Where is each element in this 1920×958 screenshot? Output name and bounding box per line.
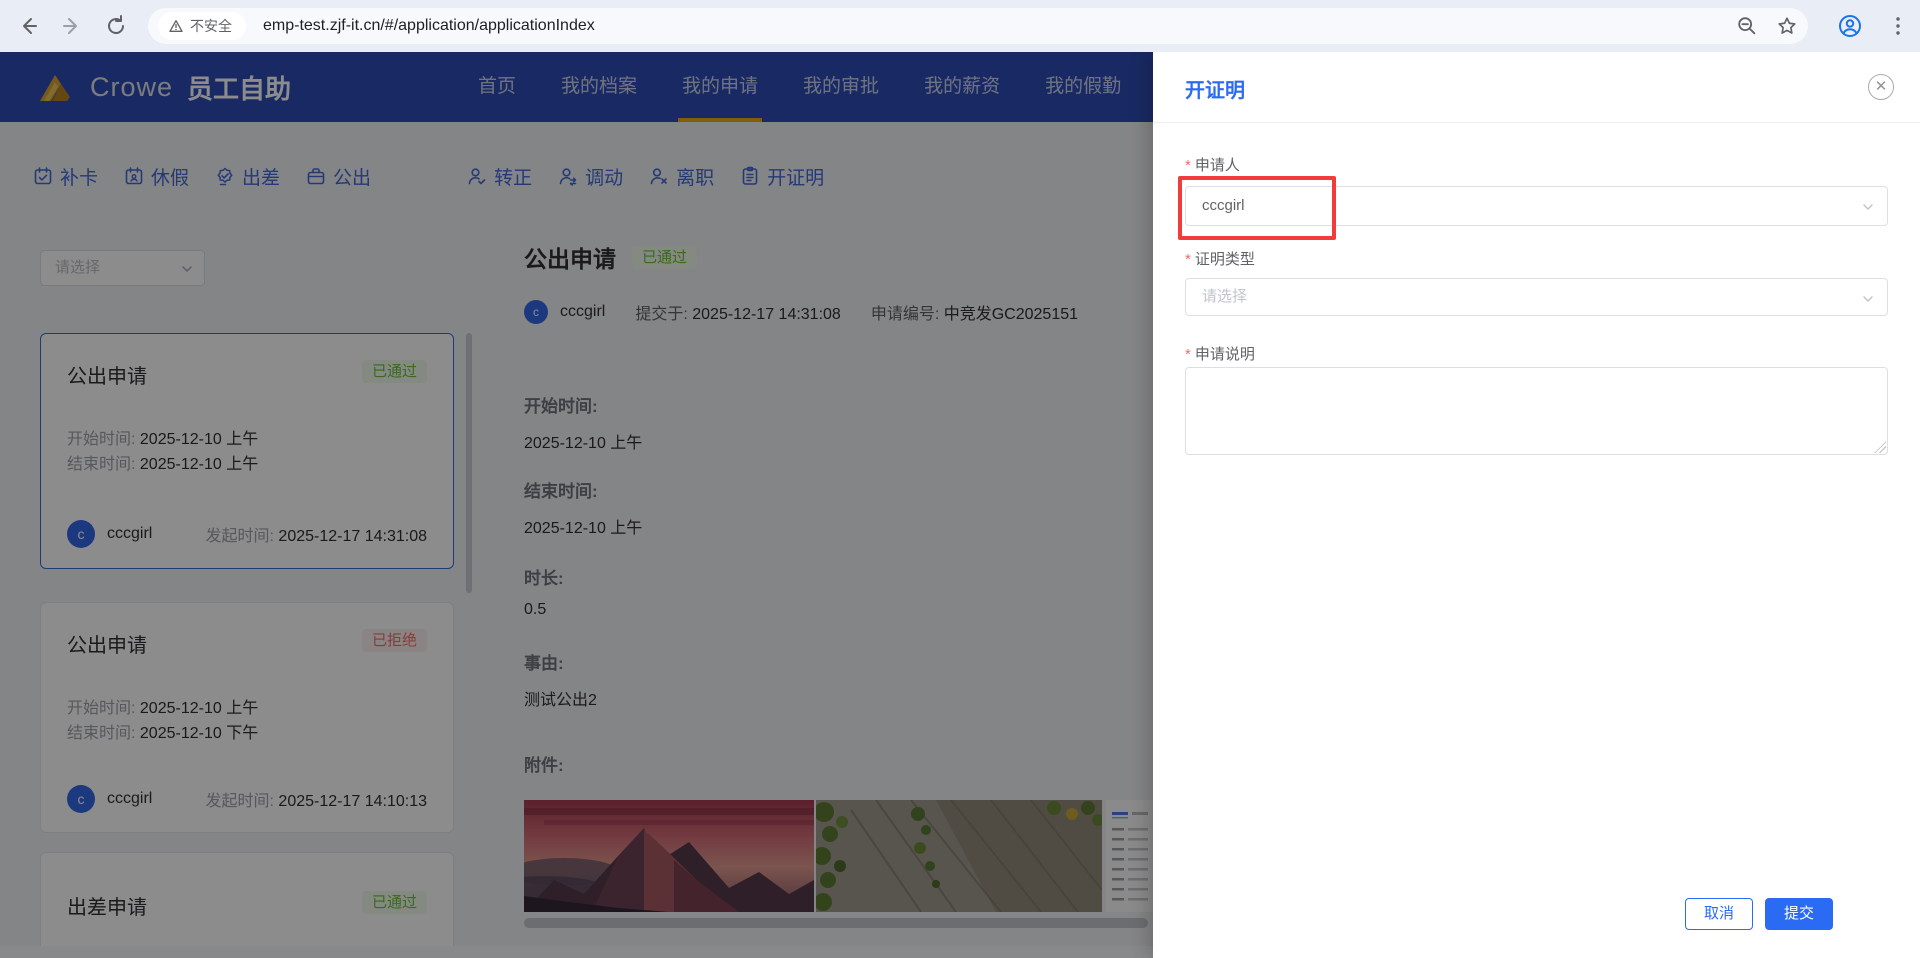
address-bar[interactable]: 不安全 emp-test.zjf-it.cn/#/application/app… [148,8,1808,44]
certificate-type-placeholder: 请选择 [1202,288,1248,305]
page-content: Crowe 员工自助 首页 我的档案 我的申请 我的审批 我的薪资 我的假勤 补… [0,52,1920,958]
required-asterisk: * [1185,251,1191,268]
divider [1153,122,1920,123]
drawer-title: 开证明 [1185,80,1245,102]
description-textarea[interactable] [1185,367,1888,455]
certificate-drawer: 开证明 ✕ * 申请人 cccgirl * 证明类型 请选择 * 申请说明 取消… [1153,52,1920,958]
certificate-type-label: * 证明类型 [1185,251,1255,268]
certificate-type-select[interactable]: 请选择 [1185,278,1888,316]
applicant-select[interactable]: cccgirl [1185,186,1888,226]
chevron-down-icon [1863,204,1873,210]
chevron-down-icon [1863,296,1873,302]
security-chip[interactable]: 不安全 [158,12,246,40]
menu-dots-icon[interactable] [1886,14,1910,38]
zoom-out-icon[interactable] [1736,15,1758,37]
screenshot-root: 不安全 emp-test.zjf-it.cn/#/application/app… [0,0,1920,958]
back-icon[interactable] [16,14,40,38]
forward-icon[interactable] [60,14,84,38]
applicant-value: cccgirl [1202,197,1245,214]
cancel-button[interactable]: 取消 [1685,898,1753,930]
profile-icon[interactable] [1838,14,1862,38]
warning-icon [169,20,183,32]
security-label: 不安全 [190,18,232,34]
close-icon[interactable]: ✕ [1868,74,1894,100]
applicant-label: * 申请人 [1185,157,1240,174]
browser-chrome: 不安全 emp-test.zjf-it.cn/#/application/app… [0,0,1920,52]
submit-button[interactable]: 提交 [1765,898,1833,930]
bookmark-star-icon[interactable] [1776,15,1798,37]
reload-icon[interactable] [104,14,128,38]
required-asterisk: * [1185,157,1191,174]
description-label: * 申请说明 [1185,346,1255,363]
required-asterisk: * [1185,346,1191,363]
url-text[interactable]: emp-test.zjf-it.cn/#/application/applica… [263,8,595,44]
